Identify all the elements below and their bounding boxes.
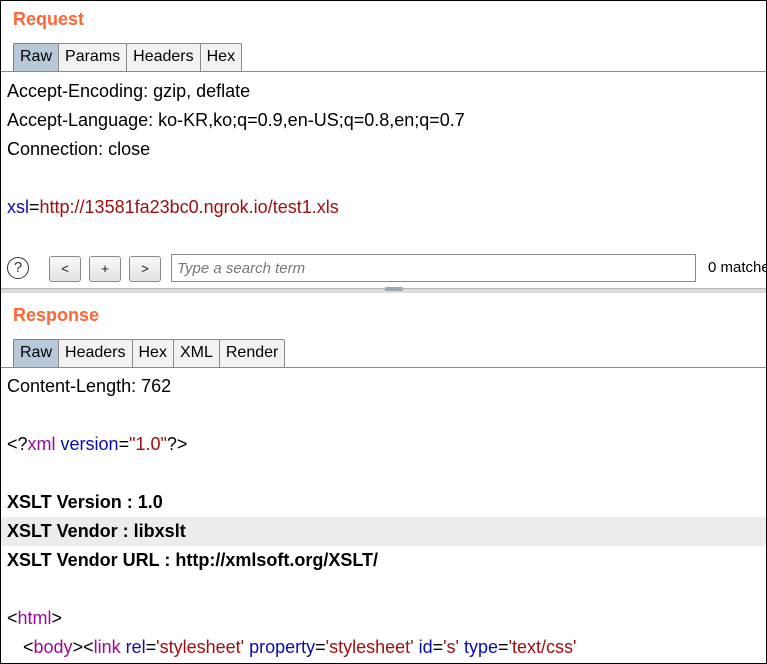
- xml-decl-open: <?: [7, 434, 28, 454]
- request-tab-hex[interactable]: Hex: [199, 43, 243, 71]
- request-line-accept-language: Accept-Language: ko-KR,ko;q=0.9,en-US;q=…: [7, 110, 465, 130]
- param-name: xsl: [7, 197, 29, 217]
- property-value: 'stylesheet': [325, 637, 414, 657]
- response-line-html-open: <html>: [7, 604, 62, 633]
- search-input[interactable]: [171, 254, 696, 282]
- search-prev-button[interactable]: <: [49, 256, 81, 282]
- help-icon[interactable]: ?: [7, 257, 29, 279]
- request-tab-headers[interactable]: Headers: [126, 43, 201, 71]
- response-line-xslt-vendor: XSLT Vendor : libxslt: [7, 521, 186, 541]
- html-tag: html: [17, 608, 52, 628]
- type-attr: type: [464, 637, 499, 657]
- search-add-button[interactable]: +: [89, 256, 121, 282]
- request-tab-raw[interactable]: Raw: [13, 43, 60, 71]
- search-bar: ? < + > 0 matches: [1, 250, 766, 290]
- request-tab-params[interactable]: Params: [58, 43, 128, 71]
- response-line-body-link: <body><link rel='stylesheet' property='s…: [23, 637, 577, 657]
- link-lt: <: [83, 637, 94, 657]
- response-line-xml-declaration: <?xml version="1.0"?>: [7, 430, 187, 459]
- response-line-content-length: Content-Length: 762: [7, 376, 172, 396]
- response-title: Response: [13, 305, 100, 325]
- xml-decl-eq: =: [118, 434, 130, 454]
- html-gt: >: [51, 608, 63, 628]
- type-value: 'text/css': [508, 637, 577, 657]
- id-value: 's': [443, 637, 459, 657]
- body-gt: >: [72, 637, 84, 657]
- response-line-xslt-version: XSLT Version : 1.0: [7, 492, 163, 512]
- request-editor[interactable]: Accept-Encoding: gzip, deflate Accept-La…: [1, 72, 766, 249]
- response-tab-render[interactable]: Render: [218, 339, 286, 367]
- search-match-count: 0 matches: [708, 259, 766, 276]
- http-message-viewer: Request Raw Params Headers Hex Accept-En…: [0, 0, 767, 664]
- link-tag: link: [93, 637, 121, 657]
- response-tabs: Raw Headers Hex XML Render: [13, 339, 286, 367]
- body-lt: <: [23, 637, 34, 657]
- response-tab-hex[interactable]: Hex: [131, 339, 174, 367]
- search-next-button[interactable]: >: [129, 256, 161, 282]
- request-line-accept-encoding: Accept-Encoding: gzip, deflate: [7, 81, 251, 101]
- split-grip-handle[interactable]: [385, 287, 403, 291]
- response-tab-raw[interactable]: Raw: [13, 339, 60, 367]
- xml-decl-close: ?>: [166, 434, 188, 454]
- xml-decl-value: "1.0": [129, 434, 167, 454]
- xml-decl-attr: version: [60, 434, 119, 454]
- rel-attr: rel: [125, 637, 146, 657]
- param-equals: =: [29, 197, 40, 217]
- rel-value: 'stylesheet': [156, 637, 245, 657]
- request-line-connection: Connection: close: [7, 139, 151, 159]
- request-line-param: xsl=http://13581fa23bc0.ngrok.io/test1.x…: [7, 193, 339, 222]
- param-value: http://13581fa23bc0.ngrok.io/test1.xls: [39, 197, 339, 217]
- response-editor[interactable]: Content-Length: 762 <?xml version="1.0"?…: [1, 368, 766, 663]
- id-attr: id: [418, 637, 433, 657]
- request-title: Request: [13, 9, 85, 29]
- body-tag: body: [33, 637, 73, 657]
- response-tab-headers[interactable]: Headers: [58, 339, 133, 367]
- property-attr: property: [249, 637, 316, 657]
- split-divider[interactable]: [1, 288, 766, 293]
- html-lt: <: [7, 608, 18, 628]
- response-tab-xml[interactable]: XML: [172, 339, 220, 367]
- xml-decl-tag: xml: [27, 434, 56, 454]
- request-tabs: Raw Params Headers Hex: [13, 43, 243, 71]
- response-line-xslt-vendor-url: XSLT Vendor URL : http://xmlsoft.org/XSL…: [7, 550, 378, 570]
